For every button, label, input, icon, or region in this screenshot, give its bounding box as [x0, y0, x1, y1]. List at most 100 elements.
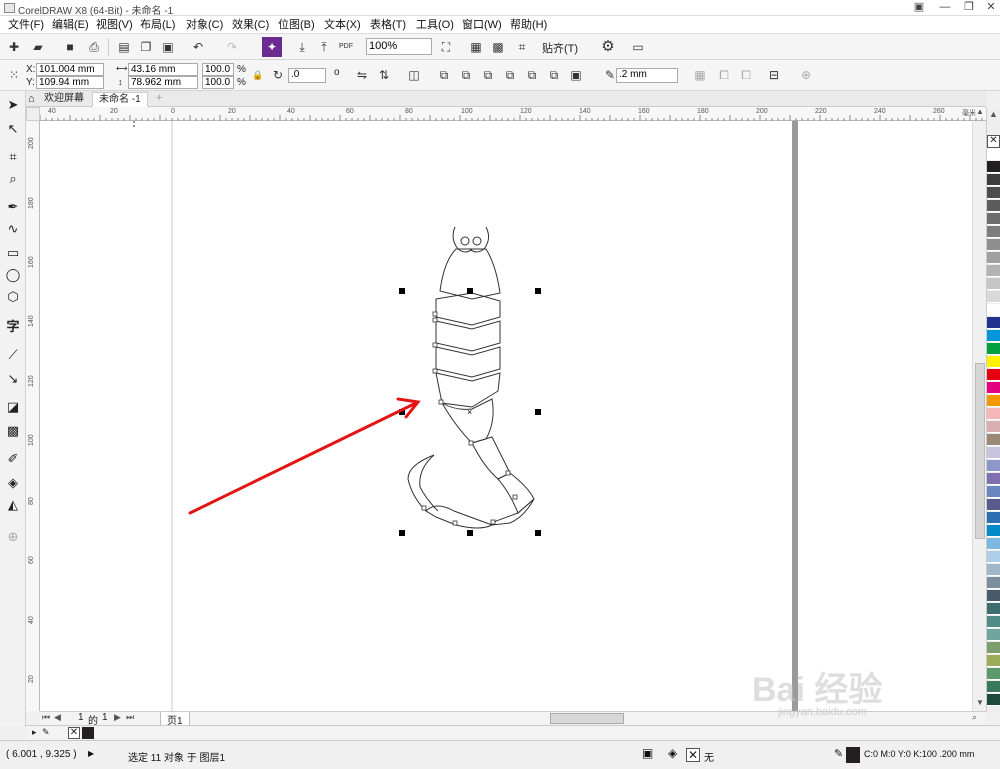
palette-swatch[interactable]: [987, 681, 1000, 693]
shape-tool-icon[interactable]: ↖: [3, 119, 23, 139]
back-minus-front-icon[interactable]: ⧉: [544, 65, 564, 85]
palette-swatch[interactable]: [987, 382, 1000, 394]
palette-swatch[interactable]: [987, 551, 1000, 563]
wrap-text-icon[interactable]: ▦: [690, 65, 710, 85]
close-button[interactable]: ✕: [978, 0, 1000, 16]
palette-swatch[interactable]: [987, 395, 1000, 407]
palette-swatch[interactable]: [987, 174, 1000, 186]
palette-swatch[interactable]: [987, 291, 1000, 303]
scroll-down-icon[interactable]: ▼: [976, 698, 984, 707]
redo-icon[interactable]: ↷: [222, 37, 242, 57]
trim-icon[interactable]: ⧉: [456, 65, 476, 85]
menu-view[interactable]: 视图(V): [92, 17, 137, 33]
group-icon[interactable]: ◫: [404, 65, 424, 85]
palette-swatch[interactable]: [987, 499, 1000, 511]
home-icon[interactable]: ⌂: [28, 93, 35, 105]
to-back-icon[interactable]: ⧠: [736, 65, 756, 85]
polygon-tool-icon[interactable]: ⬡: [3, 287, 23, 307]
menu-table[interactable]: 表格(T): [366, 17, 410, 33]
artistic-media-icon[interactable]: ∿: [3, 219, 23, 239]
palette-swatch[interactable]: [987, 564, 1000, 576]
export-icon[interactable]: ⤒: [314, 37, 334, 57]
scroll-thumb[interactable]: [975, 363, 985, 539]
palette-swatch[interactable]: [987, 694, 1000, 706]
menu-layout[interactable]: 布局(L): [136, 17, 179, 33]
print-icon[interactable]: ⎙: [84, 37, 104, 57]
create-boundary-icon[interactable]: ▣: [566, 65, 586, 85]
menu-edit[interactable]: 编辑(E): [48, 17, 93, 33]
handle-top-right[interactable]: [535, 288, 541, 294]
smart-fill-icon[interactable]: ◭: [3, 495, 23, 515]
handle-middle-right[interactable]: [535, 409, 541, 415]
x-position-field[interactable]: 101.004 mm: [36, 63, 104, 76]
palette-swatch[interactable]: [987, 525, 1000, 537]
handle-bottom-middle[interactable]: [467, 530, 473, 536]
parallel-dimension-icon[interactable]: ⟋: [3, 345, 23, 365]
add-icon[interactable]: ⊕: [796, 65, 816, 85]
palette-swatch[interactable]: [987, 252, 1000, 264]
scale-y-field[interactable]: 100.0: [202, 76, 234, 89]
save-icon[interactable]: ■: [60, 37, 80, 57]
palette-swatch[interactable]: [987, 668, 1000, 680]
palette-swatch[interactable]: [987, 200, 1000, 212]
menu-effects[interactable]: 效果(C): [228, 17, 273, 33]
page-first-icon[interactable]: ⏮: [42, 712, 50, 723]
to-front-icon[interactable]: ⧠: [714, 65, 734, 85]
palette-swatch[interactable]: [987, 642, 1000, 654]
palette-swatch[interactable]: [987, 265, 1000, 277]
drawing-canvas[interactable]: ×: [40, 121, 986, 711]
lock-ratio-icon[interactable]: 🔒: [248, 65, 268, 85]
color-proof-icon[interactable]: ▣: [642, 746, 653, 760]
weld-icon[interactable]: ⧉: [434, 65, 454, 85]
minimize-button[interactable]: —: [932, 0, 958, 16]
tab-welcome[interactable]: 欢迎屏幕: [38, 92, 90, 107]
snap-to-menu[interactable]: 贴齐(T): [542, 40, 578, 56]
options-gear-icon[interactable]: ⚙: [598, 37, 618, 57]
palette-swatch[interactable]: [987, 538, 1000, 550]
zoom-level-select[interactable]: 100%: [366, 38, 432, 55]
palette-arrow-icon[interactable]: ▸: [32, 727, 37, 738]
rectangle-tool-icon[interactable]: ▭: [3, 243, 23, 263]
ruler-origin[interactable]: [26, 107, 40, 121]
pick-tool-icon[interactable]: ➤: [3, 95, 23, 115]
outline-color-swatch[interactable]: [846, 747, 860, 763]
y-position-field[interactable]: 109.94 mm: [36, 76, 104, 89]
palette-swatch[interactable]: [987, 447, 1000, 459]
undo-icon[interactable]: ↶: [188, 37, 208, 57]
menu-bitmaps[interactable]: 位图(B): [274, 17, 319, 33]
palette-swatch[interactable]: [987, 434, 1000, 446]
text-tool-icon[interactable]: 字: [3, 317, 23, 337]
palette-swatch[interactable]: [987, 278, 1000, 290]
simplify-icon[interactable]: ⧉: [500, 65, 520, 85]
scale-x-field[interactable]: 100.0: [202, 63, 234, 76]
palette-swatch[interactable]: [987, 603, 1000, 615]
palette-swatch[interactable]: [987, 512, 1000, 524]
mirror-vertical-icon[interactable]: ⇅: [374, 65, 394, 85]
palette-swatch[interactable]: [987, 408, 1000, 420]
front-minus-back-icon[interactable]: ⧉: [522, 65, 542, 85]
crop-tool-icon[interactable]: ⌗: [3, 147, 23, 167]
export-pdf-icon[interactable]: PDF: [336, 37, 356, 57]
width-field[interactable]: 43.16 mm: [128, 63, 198, 76]
full-screen-icon[interactable]: ⛶: [436, 37, 456, 57]
new-tab-icon[interactable]: +: [156, 92, 162, 104]
palette-swatch[interactable]: [987, 629, 1000, 641]
new-document-icon[interactable]: ✚: [4, 37, 24, 57]
horizontal-ruler[interactable]: 40 20 0 20 40 60 80 100 120 140 160 180 …: [40, 107, 986, 121]
add-tool-icon[interactable]: ⊕: [3, 527, 23, 547]
palette-swatch[interactable]: [987, 317, 1000, 329]
handle-top-left[interactable]: [399, 288, 405, 294]
palette-swatch[interactable]: [987, 577, 1000, 589]
page-next-icon[interactable]: ▶: [114, 712, 121, 723]
scroll-up-icon[interactable]: ▲: [976, 107, 984, 116]
palette-swatch[interactable]: [987, 356, 1000, 368]
mirror-horizontal-icon[interactable]: ⇋: [352, 65, 372, 85]
no-color-swatch[interactable]: ✕: [987, 135, 1000, 148]
palette-scroll-up-icon[interactable]: ▲: [989, 109, 998, 119]
import-icon[interactable]: ⤓: [292, 37, 312, 57]
handle-bottom-right[interactable]: [535, 530, 541, 536]
menu-help[interactable]: 帮助(H): [506, 17, 551, 33]
transparency-icon[interactable]: ▩: [3, 421, 23, 441]
palette-swatch[interactable]: [987, 330, 1000, 342]
zoom-tool-icon[interactable]: ⌕: [3, 169, 23, 189]
